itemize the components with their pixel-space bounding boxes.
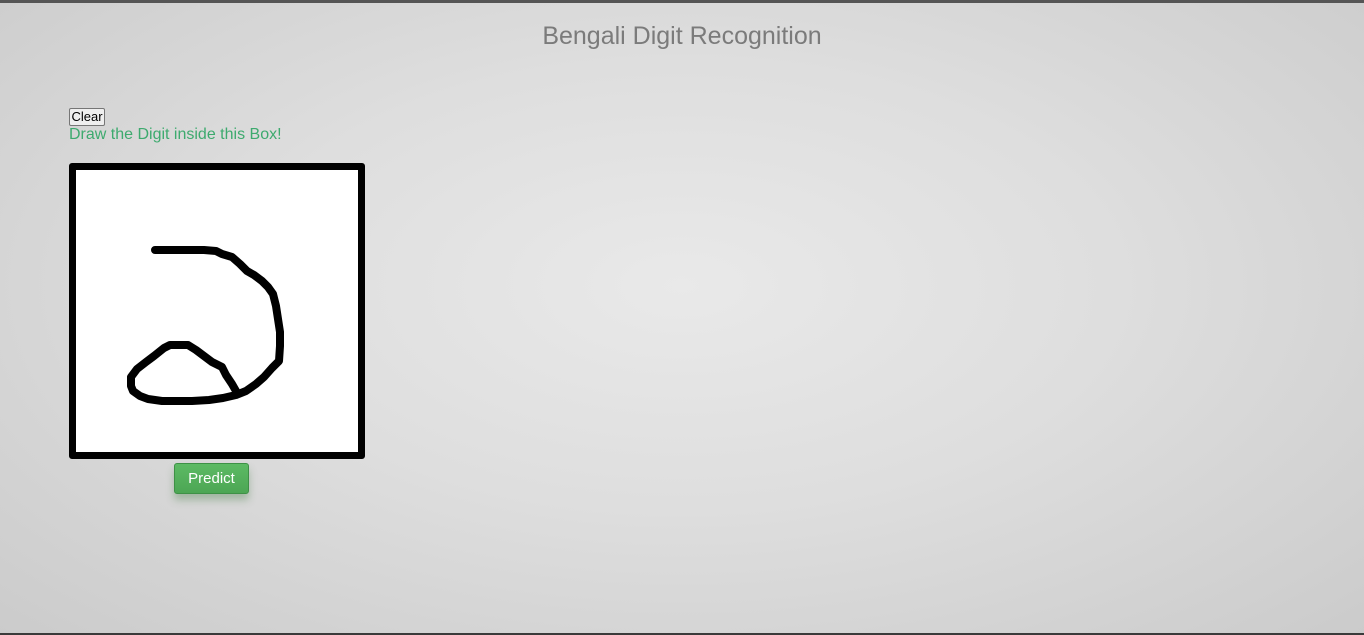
predict-button[interactable]: Predict (174, 463, 249, 494)
drawing-canvas[interactable] (69, 163, 365, 459)
digit-stroke (127, 246, 284, 405)
clear-button[interactable]: Clear (69, 108, 105, 126)
top-border (0, 0, 1364, 3)
page-title: Bengali Digit Recognition (542, 22, 822, 50)
draw-instruction: Draw the Digit inside this Box! (69, 126, 282, 143)
